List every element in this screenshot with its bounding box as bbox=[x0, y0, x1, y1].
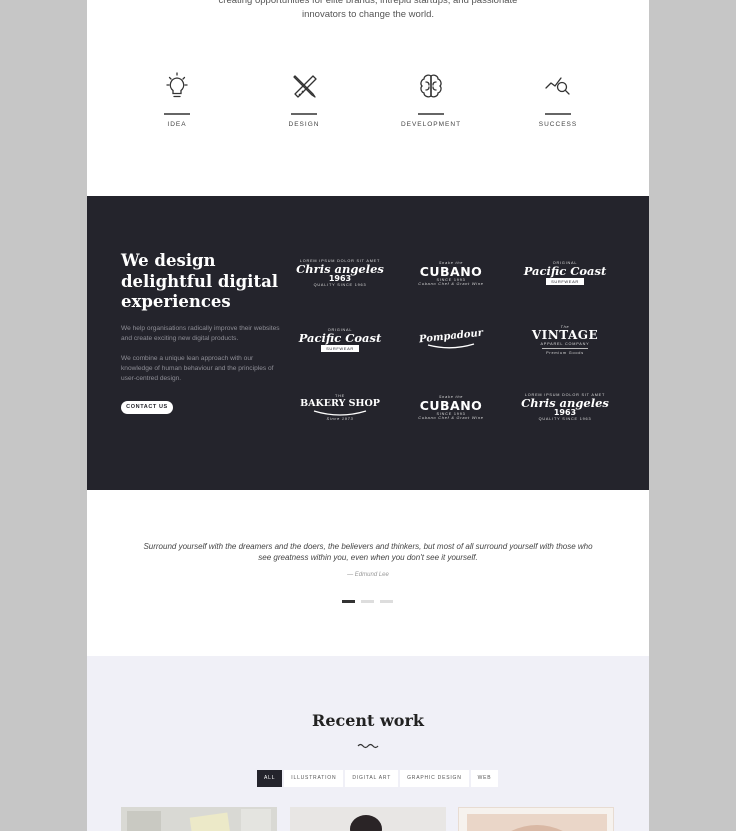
intro-section: creating opportunities for elite brands,… bbox=[87, 0, 649, 196]
clients-section: We design delightful digital experiences… bbox=[87, 196, 649, 490]
feature-label: DEVELOPMENT bbox=[400, 121, 462, 128]
feature-success: SUCCESS bbox=[503, 72, 613, 128]
client-logo-pacific-coast[interactable]: ORIGINAL Pacific Coast SURFWEAR bbox=[524, 250, 606, 296]
pencil-ruler-icon bbox=[293, 75, 317, 98]
client-logo-pompadour[interactable]: Pompadour bbox=[411, 317, 491, 363]
testimonial-section: Surround yourself with the dreamers and … bbox=[87, 490, 649, 656]
recent-work-section: Recent work ALL ILLUSTRATION DIGITAL ART… bbox=[87, 656, 649, 831]
client-logo-cubano[interactable]: Snake the CUBANO SINCE 1993 Cubano Chef … bbox=[411, 250, 491, 296]
section-paragraph: We combine a unique lean approach with o… bbox=[121, 355, 274, 382]
filter-graphic-design[interactable]: GRAPHIC DESIGN bbox=[400, 770, 469, 787]
feature-development: DEVELOPMENT bbox=[376, 72, 486, 128]
carousel-dot[interactable] bbox=[361, 600, 374, 603]
client-logo-chris-angeles[interactable]: LOREM IPSUM DOLOR SIT AMET Chris angeles… bbox=[296, 250, 384, 296]
squiggle-divider-icon bbox=[357, 743, 379, 749]
portfolio-filters: ALL ILLUSTRATION DIGITAL ART GRAPHIC DES… bbox=[257, 770, 499, 787]
feature-underline bbox=[545, 113, 571, 115]
brain-icon bbox=[420, 74, 442, 98]
carousel-dot[interactable] bbox=[342, 600, 355, 603]
magnifier-graph-icon bbox=[545, 77, 570, 95]
feature-design: DESIGN bbox=[249, 72, 359, 128]
client-logo-bakery-shop[interactable]: THE BAKERY SHOP Since 1973 bbox=[300, 384, 380, 430]
quote-author: — Edmund Lee bbox=[347, 572, 389, 578]
client-logo-chris-angeles[interactable]: LOREM IPSUM DOLOR SIT AMET Chris angeles… bbox=[521, 384, 609, 430]
filter-digital-art[interactable]: DIGITAL ART bbox=[345, 770, 399, 787]
client-logo-vintage[interactable]: The VINTAGE APPAREL COMPANY Premium Good… bbox=[525, 317, 605, 363]
ribbon-swash-icon bbox=[313, 409, 367, 416]
page: creating opportunities for elite brands,… bbox=[87, 0, 649, 831]
feature-underline bbox=[164, 113, 190, 115]
portfolio-image bbox=[459, 808, 613, 831]
contact-us-button[interactable]: CONTACT US bbox=[121, 401, 173, 414]
portfolio-thumbnail[interactable] bbox=[458, 807, 614, 831]
client-logo-pacific-coast[interactable]: ORIGINAL Pacific Coast SURFWEAR bbox=[299, 317, 381, 363]
section-heading: We design delightful digital experiences bbox=[121, 251, 279, 311]
section-heading: Recent work bbox=[312, 711, 424, 730]
feature-underline bbox=[291, 113, 317, 115]
section-paragraph: We help organisations radically improve … bbox=[121, 325, 280, 342]
filter-all[interactable]: ALL bbox=[257, 770, 283, 787]
client-logo-cubano[interactable]: Snake the CUBANO SINCE 1993 Cubano Chef … bbox=[411, 384, 491, 430]
lightbulb-icon bbox=[166, 72, 188, 98]
portfolio-image bbox=[290, 807, 446, 831]
portfolio-thumbnail[interactable] bbox=[121, 807, 277, 831]
filter-illustration[interactable]: ILLUSTRATION bbox=[284, 770, 344, 787]
feature-underline bbox=[418, 113, 444, 115]
portfolio-image bbox=[121, 807, 277, 831]
quote-text: Surround yourself with the dreamers and … bbox=[143, 542, 593, 562]
portfolio-thumbnail[interactable] bbox=[290, 807, 446, 831]
feature-label: IDEA bbox=[167, 121, 187, 128]
filter-web[interactable]: WEB bbox=[470, 770, 499, 787]
feature-label: SUCCESS bbox=[538, 121, 578, 128]
carousel-pagination bbox=[342, 600, 393, 603]
carousel-dot[interactable] bbox=[380, 600, 393, 603]
intro-text: creating opportunities for elite brands,… bbox=[218, 0, 518, 20]
feature-idea: IDEA bbox=[122, 72, 232, 128]
feature-label: DESIGN bbox=[288, 121, 320, 128]
